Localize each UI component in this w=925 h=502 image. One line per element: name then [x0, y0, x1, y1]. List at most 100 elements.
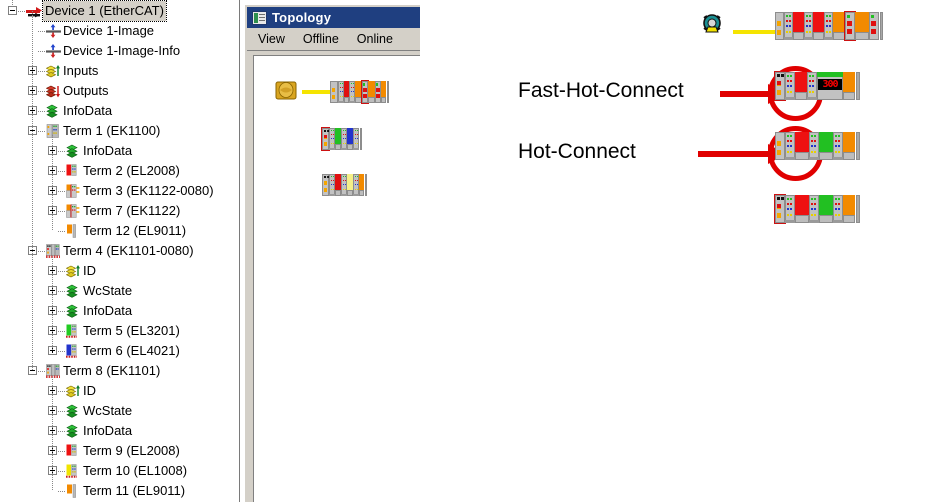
tree-item-infodata[interactable]: InfoData: [0, 101, 236, 121]
tree-item-device-1-image[interactable]: Device 1-Image: [0, 21, 236, 41]
tree-item-term-9-el2008[interactable]: Term 9 (EL2008): [0, 441, 236, 461]
tree-connector: [38, 251, 46, 252]
diagram-controller-icon: [702, 14, 735, 44]
tree-item-wcstate[interactable]: WcState: [0, 281, 236, 301]
tree-item-term-3-ek1122-0080[interactable]: Term 3 (EK1122-0080): [0, 181, 236, 201]
tree-connector: [38, 51, 46, 52]
tree-item-term-6-el4021[interactable]: Term 6 (EL4021): [0, 341, 236, 361]
tree-connector: [52, 255, 53, 351]
module-4: [819, 132, 833, 160]
menu-item-offline[interactable]: Offline: [296, 30, 346, 48]
tree-item-infodata[interactable]: InfoData: [0, 421, 236, 441]
tree-item-label: Term 4 (EK1101-0080): [63, 243, 194, 258]
topology-titlebar[interactable]: Topology: [247, 7, 420, 28]
tree-item-term-8-ek1101[interactable]: Term 8 (EK1101): [0, 361, 236, 381]
tree-item-id[interactable]: ID: [0, 261, 236, 281]
topology-canvas[interactable]: [253, 55, 420, 502]
diagram-module-ek1122-0080: [844, 11, 856, 41]
panel-divider[interactable]: [236, 0, 240, 502]
outputs-icon: [45, 84, 60, 98]
module-6: [855, 72, 861, 100]
terminal-red-icon: [66, 164, 80, 178]
tree-item-label: Term 9 (EL2008): [83, 443, 180, 458]
tree-item-inputs[interactable]: Inputs: [0, 61, 236, 81]
diagram-module-el-display: 300: [817, 72, 843, 100]
tree-item-label: InfoData: [83, 303, 133, 318]
diagram-module-ek1101-0080: [774, 71, 786, 101]
tree-item-label: Term 8 (EK1101): [63, 363, 161, 378]
topology-strip-ek1101: [322, 174, 368, 196]
module-5: [843, 72, 855, 100]
ethercat-device-icon: [26, 4, 42, 18]
module-10: [879, 12, 884, 40]
tree-item-term-4-ek1101-0080[interactable]: Term 4 (EK1101-0080): [0, 241, 236, 261]
module-5: [833, 195, 843, 223]
tree-item-term-11-el9011[interactable]: Term 11 (EL9011): [0, 481, 236, 501]
tree-item-label: InfoData: [83, 423, 133, 438]
tree-connector: [58, 331, 66, 332]
ethercat-solution-tree[interactable]: Device 1 (EtherCAT) Device 1-Image Device …: [0, 0, 236, 502]
menu-item-view[interactable]: View: [251, 30, 292, 48]
tree-item-label: Device 1-Image: [63, 23, 155, 38]
module-4: [813, 12, 824, 40]
tree-item-term-10-el1008[interactable]: Term 10 (EL1008): [0, 461, 236, 481]
module-3: [807, 72, 817, 100]
module-2: [795, 72, 807, 100]
tree-item-term-2-el2008[interactable]: Term 2 (EL2008): [0, 161, 236, 181]
tree-connector: [38, 71, 46, 72]
tree-item-label: Term 2 (EL2008): [83, 163, 180, 178]
tree-item-outputs[interactable]: Outputs: [0, 81, 236, 101]
diagram-module-ek1101-0080-b: [774, 194, 786, 224]
module-1: [785, 72, 795, 100]
tree-item-label: Outputs: [63, 83, 109, 98]
tree-connector: [58, 471, 66, 472]
diagram-strip-main: [775, 11, 884, 41]
terminal-green-icon: [66, 324, 80, 339]
tree-item-term-1-ek1100[interactable]: Term 1 (EK1100): [0, 121, 236, 141]
tree-item-id[interactable]: ID: [0, 381, 236, 401]
module-1: [784, 12, 793, 40]
tree-item-device-1-image-info[interactable]: Device 1-Image-Info: [0, 41, 236, 61]
infodata-icon: [46, 104, 60, 118]
arrow-shaft-fast-hot-connect: [720, 91, 770, 97]
topology-strip-main: [330, 80, 390, 104]
tree-connector: [58, 431, 66, 432]
menu-item-online[interactable]: Online: [350, 30, 400, 48]
tree-item-device-1-ethercat[interactable]: Device 1 (EtherCAT): [0, 0, 236, 22]
coupler-hot-icon: [46, 244, 60, 259]
tree-item-infodata[interactable]: InfoData: [0, 301, 236, 321]
diagram-module-ek1101: [775, 132, 785, 160]
tree-connector: [38, 111, 46, 112]
module-5: [824, 12, 833, 40]
tree-connector: [58, 191, 66, 192]
tree-item-label: Term 12 (EL9011): [83, 223, 187, 238]
tree-item-label: Term 11 (EL9011): [83, 483, 186, 498]
tree-connector: [38, 371, 46, 372]
module-8: [855, 12, 869, 40]
collapse-icon[interactable]: [8, 6, 17, 15]
hot-connect-diagram: Fast-Hot-Connect Hot-Connect 300: [430, 0, 925, 502]
topology-menubar[interactable]: View Offline Online: [247, 28, 420, 51]
module-6: [359, 128, 363, 150]
module-3: [809, 132, 819, 160]
tree-item-label: ID: [83, 263, 96, 278]
tree-item-term-7-ek1122[interactable]: Term 7 (EK1122): [0, 201, 236, 221]
tree-connector: [58, 151, 66, 152]
coupler-grey-icon: [46, 124, 60, 138]
topology-window: Topology View Offline Online: [243, 3, 420, 502]
tree-item-term-5-el3201[interactable]: Term 5 (EL3201): [0, 321, 236, 341]
tree-item-wcstate[interactable]: WcState: [0, 401, 236, 421]
diagram-cable: [733, 30, 775, 34]
tree-item-label: InfoData: [83, 143, 133, 158]
tree-connector: [38, 131, 46, 132]
endcap-orange-icon: [66, 224, 80, 238]
tree-connector: [58, 491, 66, 492]
tree-item-infodata[interactable]: InfoData: [0, 141, 236, 161]
tree-item-term-12-el9011[interactable]: Term 12 (EL9011): [0, 221, 236, 241]
tree-item-label: Inputs: [63, 63, 99, 78]
tree-item-label: Term 6 (EL4021): [83, 343, 180, 358]
inputs-icon: [65, 264, 80, 278]
module-5: [833, 132, 843, 160]
module-6: [843, 132, 855, 160]
tree-connector: [58, 451, 66, 452]
